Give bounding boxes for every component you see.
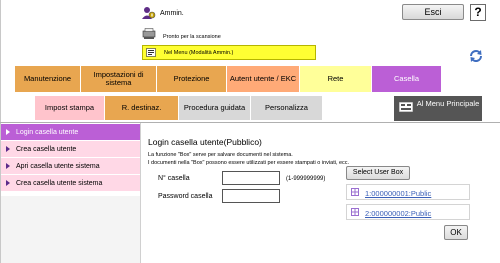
password-input[interactable] <box>222 189 280 203</box>
sidebar-item-crea-casella-sistema[interactable]: Crea casella utente sistema <box>1 175 140 192</box>
admin-mode-text: Nel Menu (Modalità Ammin.) <box>164 50 234 56</box>
admin-user-icon <box>142 7 156 19</box>
box-number-input[interactable] <box>222 171 280 185</box>
tab-manutenzione[interactable]: Manutenzione <box>15 66 81 92</box>
tab-impostazioni-sistema[interactable]: Impostazioni di sistema <box>81 66 157 92</box>
sidebar-item-login-casella-utente[interactable]: Login casella utente <box>1 124 140 141</box>
refresh-icon[interactable] <box>468 48 484 64</box>
box-number-label: N° casella <box>158 175 190 182</box>
password-label: Password casella <box>158 193 213 200</box>
sidebar-item-crea-casella-utente[interactable]: Crea casella utente <box>1 141 140 158</box>
arrow-right-icon <box>6 146 10 152</box>
header-divider <box>0 122 500 123</box>
main-menu-icon <box>399 102 413 112</box>
description: La funzione "Box" serve per salvare docu… <box>148 151 349 167</box>
sidebar-item-label: Apri casella utente sistema <box>16 163 100 170</box>
list-item: 1:000000001:Public <box>346 184 470 200</box>
sidebar-item-apri-casella-sistema[interactable]: Apri casella utente sistema <box>1 158 140 175</box>
sidebar-item-label: Crea casella utente sistema <box>16 180 103 187</box>
user-name: Ammin. <box>160 10 184 17</box>
tab-procedura-guidata[interactable]: Procedura guidata <box>179 96 251 120</box>
user-box-link[interactable]: 1:000000001:Public <box>365 189 431 198</box>
tab-personalizza[interactable]: Personalizza <box>251 96 323 120</box>
tab-autent-utente[interactable]: Autent utente / EKC <box>227 66 300 92</box>
sidebar-item-label: Login casella utente <box>16 129 79 136</box>
select-user-box-button[interactable]: Select User Box <box>346 166 410 180</box>
scanner-ready-icon <box>142 28 156 39</box>
arrow-right-icon <box>6 180 10 186</box>
arrow-right-icon <box>6 163 10 169</box>
user-box-link[interactable]: 2:000000002:Public <box>365 209 431 218</box>
main-menu-label: Al Menu Principale <box>416 99 480 108</box>
tab-protezione[interactable]: Protezione <box>157 66 227 92</box>
status-text: Pronto per la scansione <box>163 34 221 40</box>
user-box-icon <box>351 188 359 196</box>
user-box-icon <box>351 208 359 216</box>
logout-button[interactable]: Esci <box>402 4 464 20</box>
arrow-right-icon <box>6 129 10 135</box>
box-number-range: (1-999999999) <box>286 176 326 182</box>
description-line-2: I documenti nella "Box" possono essere u… <box>148 160 350 166</box>
user-box-list: 1:000000001:Public 2:000000002:Public <box>346 184 470 224</box>
page-title: Login casella utente(Pubblico) <box>148 137 262 147</box>
tab-rete[interactable]: Rete <box>300 66 372 92</box>
sidebar: Login casella utente Crea casella utente… <box>1 124 140 192</box>
help-button[interactable]: ? <box>470 4 486 21</box>
admin-mode-icon <box>146 48 156 57</box>
tab-impost-stampa[interactable]: Impost stampa <box>35 96 105 120</box>
description-line-1: La funzione "Box" serve per salvare docu… <box>148 152 293 158</box>
tab-r-destinaz[interactable]: R. destinaz. <box>105 96 179 120</box>
list-item: 2:000000002:Public <box>346 204 470 220</box>
admin-mode-bar: Nel Menu (Modalità Ammin.) <box>142 45 316 60</box>
tab-casella[interactable]: Casella <box>372 66 442 92</box>
main-menu-button[interactable]: Al Menu Principale <box>394 96 482 121</box>
sidebar-border <box>140 123 141 263</box>
ok-button[interactable]: OK <box>444 225 468 240</box>
sidebar-background <box>1 196 140 263</box>
sidebar-item-label: Crea casella utente <box>16 146 77 153</box>
